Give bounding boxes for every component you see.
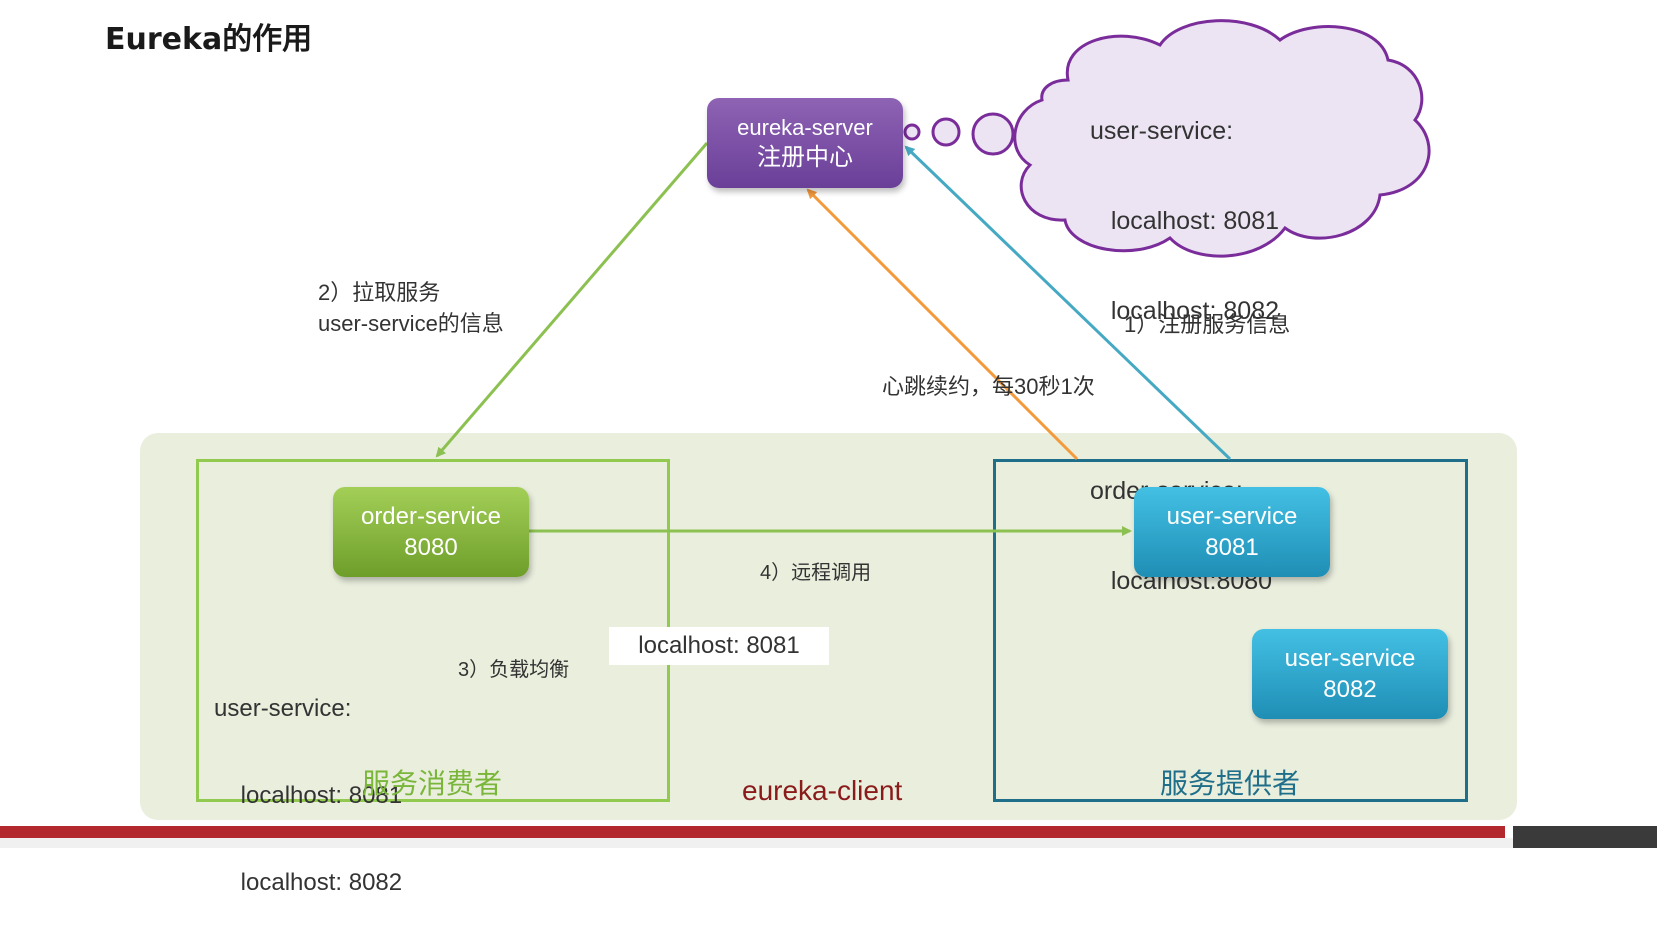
pull-step-line1: 2）拉取服务	[318, 280, 441, 305]
register-step-label: 1）注册服务信息	[1124, 312, 1291, 337]
user-service-8081-node: user-service 8081	[1134, 487, 1330, 577]
user-service-8082-node: user-service 8082	[1252, 629, 1448, 719]
pull-step-line2: user-service的信息	[318, 311, 504, 336]
pull-step-label: 2）拉取服务 user-service的信息	[318, 277, 504, 339]
user-service-8081-name: user-service	[1166, 503, 1298, 530]
consumer-cache-line: localhost: 8082	[214, 869, 403, 896]
registry-line	[1090, 386, 1279, 416]
order-service-node: order-service 8080	[333, 487, 529, 577]
consumer-cache-line: user-service:	[214, 695, 352, 722]
selected-instance: localhost: 8081	[609, 627, 829, 665]
eureka-server-name: eureka-server	[737, 115, 873, 140]
thought-bubble-small	[903, 123, 921, 141]
order-service-name: order-service	[360, 503, 502, 530]
registry-line: localhost: 8081	[1090, 207, 1280, 235]
consumer-caption: 服务消费者	[362, 768, 503, 799]
remote-call-step-label: 4）远程调用	[760, 562, 872, 584]
player-controls-strip	[0, 838, 1657, 848]
registry-line: user-service:	[1090, 117, 1234, 145]
eureka-client-caption: eureka-client	[742, 775, 903, 806]
provider-caption: 服务提供者	[1160, 768, 1301, 799]
heartbeat-arrow	[806, 188, 1079, 461]
user-service-8082-name: user-service	[1284, 645, 1416, 672]
thought-bubble-medium	[931, 117, 961, 147]
user-service-8082-port: 8082	[1323, 676, 1377, 703]
video-progress-bar[interactable]	[0, 826, 1505, 838]
order-service-port: 8080	[404, 534, 458, 561]
eureka-server-desc: 注册中心	[757, 144, 853, 171]
load-balance-step-label: 3）负载均衡	[458, 659, 570, 681]
eureka-server-node: eureka-server 注册中心	[707, 98, 903, 188]
heartbeat-step-label: 心跳续约，每30秒1次	[882, 374, 1095, 399]
user-service-8081-port: 8081	[1205, 534, 1259, 561]
player-thumbnail	[1513, 826, 1657, 848]
thought-bubble-large	[971, 112, 1015, 156]
